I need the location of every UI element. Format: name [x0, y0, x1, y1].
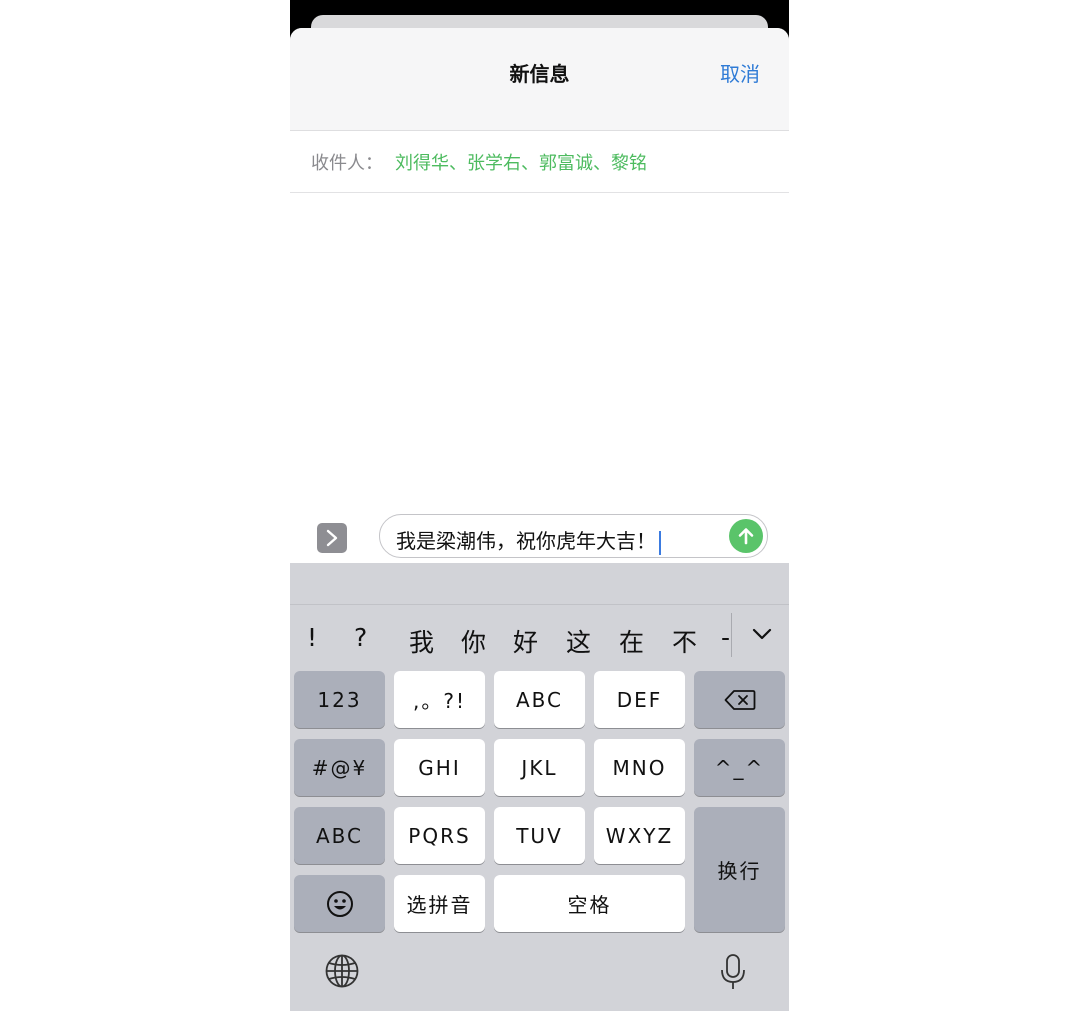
return-button[interactable]: 换行: [694, 807, 785, 932]
text-cursor: [659, 530, 661, 555]
microphone-icon: [721, 954, 745, 989]
key-def[interactable]: DEF: [594, 671, 685, 728]
candidate-item[interactable]: 我: [409, 623, 434, 659]
send-button[interactable]: [729, 519, 763, 553]
globe-button[interactable]: [324, 953, 364, 993]
delete-button[interactable]: [694, 671, 785, 728]
key-ghi[interactable]: GHI: [394, 739, 485, 796]
key-mno[interactable]: MNO: [594, 739, 685, 796]
page-title: 新信息: [509, 62, 570, 86]
message-text: 我是梁潮伟，祝你虎年大吉！: [396, 529, 656, 553]
candidate-item[interactable]: 在: [619, 623, 644, 659]
key-emoticon[interactable]: ^_^: [694, 739, 785, 796]
key-jkl[interactable]: JKL: [494, 739, 585, 796]
globe-icon: [325, 954, 359, 988]
candidate-item[interactable]: 你: [461, 623, 486, 659]
space-bar[interactable]: 空格: [494, 875, 685, 932]
keyboard: ! ? 我 你 好 这 在 不 - 123 ,。?! ABC DEF #@¥ G…: [290, 563, 789, 1011]
candidate-divider: [731, 613, 732, 657]
delete-icon: [724, 689, 755, 710]
candidate-item[interactable]: ?: [354, 623, 367, 652]
candidate-item[interactable]: 好: [513, 623, 538, 659]
emoji-button[interactable]: [294, 875, 385, 932]
key-pinyin[interactable]: 选拼音: [394, 875, 485, 932]
chevron-down-icon: [752, 628, 772, 640]
key-abc[interactable]: ABC: [494, 671, 585, 728]
microphone-button[interactable]: [718, 953, 752, 993]
cancel-button[interactable]: 取消: [720, 58, 760, 87]
candidate-item[interactable]: -: [721, 623, 730, 652]
emoji-icon: [326, 890, 353, 917]
expand-candidates-button[interactable]: [747, 619, 777, 649]
candidate-item[interactable]: 这: [566, 623, 591, 659]
apps-button[interactable]: [317, 523, 347, 553]
arrow-up-icon: [738, 528, 754, 545]
recipients-row[interactable]: 收件人： 刘得华、张学右、郭富诚、黎铭: [290, 131, 789, 193]
key-pqrs[interactable]: PQRS: [394, 807, 485, 864]
new-message-sheet: 新信息 取消 收件人： 刘得华、张学右、郭富诚、黎铭 我是梁潮伟，祝你虎年大吉！: [290, 28, 789, 1011]
candidate-item[interactable]: !: [307, 623, 317, 652]
key-abc-mode[interactable]: ABC: [294, 807, 385, 864]
key-tuv[interactable]: TUV: [494, 807, 585, 864]
phone-screen: 新信息 取消 收件人： 刘得华、张学右、郭富诚、黎铭 我是梁潮伟，祝你虎年大吉！: [290, 0, 789, 1011]
chevron-right-icon: [326, 529, 338, 547]
candidate-item[interactable]: 不: [672, 623, 697, 659]
key-123[interactable]: 123: [294, 671, 385, 728]
recipients-label: 收件人：: [311, 153, 383, 174]
keyboard-top-strip: [290, 563, 789, 605]
recipients-names[interactable]: 刘得华、张学右、郭富诚、黎铭: [395, 149, 647, 175]
message-input[interactable]: 我是梁潮伟，祝你虎年大吉！: [379, 514, 768, 558]
key-symbols[interactable]: #@¥: [294, 739, 385, 796]
navigation-bar: 新信息 取消: [290, 28, 789, 131]
compose-bar: 我是梁潮伟，祝你虎年大吉！: [290, 508, 789, 564]
key-wxyz[interactable]: WXYZ: [594, 807, 685, 864]
key-punctuation[interactable]: ,。?!: [394, 671, 485, 728]
candidate-bar: ! ? 我 你 好 这 在 不 -: [290, 605, 789, 669]
